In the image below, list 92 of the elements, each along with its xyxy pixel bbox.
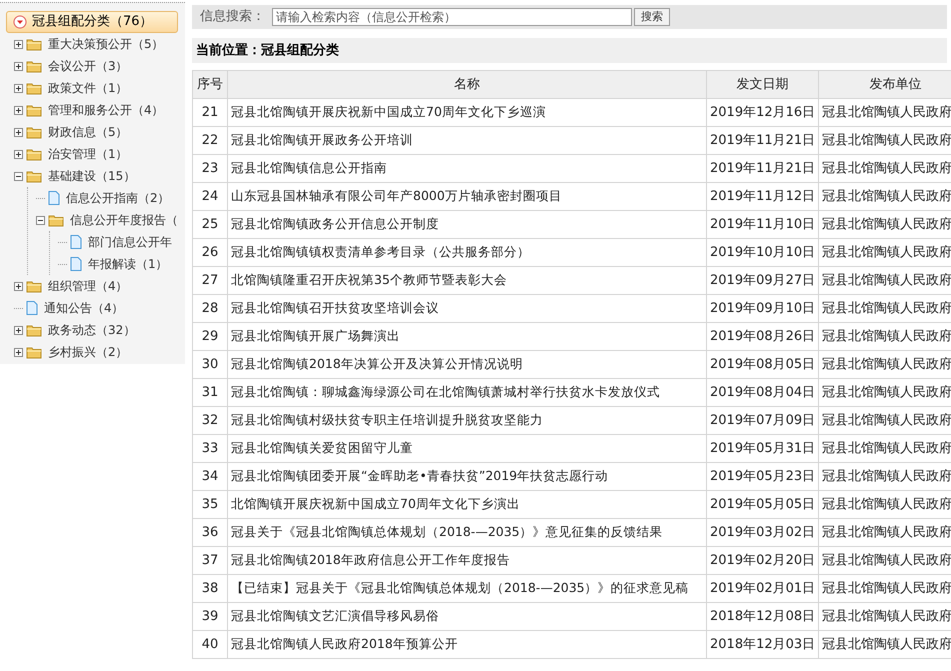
column-header: 序号 — [192, 70, 228, 98]
tree-item[interactable]: 通知公告（4） — [44, 299, 124, 317]
expand-icon[interactable] — [14, 84, 23, 92]
row-number: 35 — [202, 496, 218, 512]
date-cell: 2019年11月21日 — [710, 132, 816, 148]
date-cell: 2018年12月08日 — [710, 608, 816, 624]
tree-item[interactable]: 乡村振兴（2） — [48, 343, 128, 361]
tree-item[interactable]: 部门信息公开年 — [88, 233, 172, 251]
folder-icon — [48, 214, 64, 226]
row-number: 34 — [202, 468, 218, 484]
date-cell: 2019年12月16日 — [710, 104, 816, 120]
date-cell: 2019年03月02日 — [710, 524, 816, 540]
tree-root-item[interactable]: 冠县组配分类（76） — [6, 11, 178, 33]
row-number: 24 — [202, 188, 218, 204]
column-header: 发文日期 — [706, 70, 818, 98]
folder-icon — [26, 346, 42, 358]
expand-icon[interactable] — [14, 40, 23, 48]
date-cell: 2018年12月03日 — [710, 636, 816, 652]
tree-item[interactable]: 治安管理（1） — [48, 145, 128, 163]
date-cell: 2019年05月23日 — [710, 468, 816, 484]
expand-icon[interactable] — [14, 106, 23, 114]
title-link[interactable]: 冠县北馆陶镇信息公开指南 — [231, 160, 387, 175]
collapse-icon[interactable] — [36, 216, 45, 224]
folder-icon — [26, 324, 42, 336]
tree-item[interactable]: 会议公开（3） — [48, 57, 128, 75]
tree-item[interactable]: 管理和服务公开（4） — [48, 101, 164, 119]
date-cell: 2019年09月27日 — [710, 272, 816, 288]
row-number: 39 — [202, 608, 218, 624]
date-cell: 2019年05月05日 — [710, 496, 816, 512]
folder-icon — [26, 126, 42, 138]
tree-item[interactable]: 政策文件（1） — [48, 79, 128, 97]
expand-icon[interactable] — [14, 348, 23, 356]
expand-icon[interactable] — [14, 326, 23, 334]
collapse-icon[interactable] — [14, 172, 23, 180]
tree-item[interactable]: 基础建设（15） — [48, 167, 136, 185]
tree-item[interactable]: 重大决策预公开（5） — [48, 35, 164, 53]
row-number: 22 — [202, 132, 218, 148]
folder-icon — [26, 60, 42, 72]
date-cell: 2019年02月01日 — [710, 580, 816, 596]
date-cell: 2019年02月20日 — [710, 552, 816, 568]
search-button[interactable]: 搜索 — [634, 8, 670, 26]
row-number: 36 — [202, 524, 218, 540]
date-cell: 2019年11月21日 — [710, 160, 816, 176]
row-number: 28 — [202, 300, 218, 316]
date-cell: 2019年08月05日 — [710, 356, 816, 372]
folder-icon — [26, 104, 42, 116]
date-cell: 2019年10月10日 — [710, 244, 816, 260]
row-number: 25 — [202, 216, 218, 232]
row-number: 26 — [202, 244, 218, 260]
row-number: 30 — [202, 356, 218, 372]
row-number: 23 — [202, 160, 218, 176]
document-icon — [70, 235, 82, 249]
column-header: 名称 — [228, 70, 706, 98]
search-label: 信息搜索： — [200, 8, 266, 26]
row-number: 37 — [202, 552, 218, 568]
folder-icon — [26, 148, 42, 160]
folder-icon — [26, 280, 42, 292]
expand-icon[interactable] — [14, 128, 23, 136]
row-number: 21 — [202, 104, 218, 120]
tree-item[interactable]: 信息公开指南（2） — [66, 189, 170, 207]
row-number: 33 — [202, 440, 218, 456]
tree-item[interactable]: 组织管理（4） — [48, 277, 128, 295]
date-cell: 2019年11月12日 — [710, 188, 816, 204]
tree-item[interactable]: 信息公开年度报告（ — [70, 211, 178, 229]
tree-item[interactable]: 政务动态（32） — [48, 321, 136, 339]
folder-icon — [26, 82, 42, 94]
row-number: 31 — [202, 384, 218, 400]
expand-icon[interactable] — [14, 282, 23, 290]
breadcrumb: 当前位置：冠县组配分类 — [196, 42, 339, 60]
date-cell: 2019年08月04日 — [710, 384, 816, 400]
tree-item[interactable]: 年报解读（1） — [88, 255, 168, 273]
date-cell: 2019年11月10日 — [710, 216, 816, 232]
date-cell: 2019年09月10日 — [710, 300, 816, 316]
document-icon — [48, 191, 60, 205]
row-number: 40 — [202, 636, 218, 652]
expand-icon[interactable] — [14, 150, 23, 158]
folder-icon — [26, 38, 42, 50]
document-icon — [70, 257, 82, 271]
title-link[interactable]: 冠县北馆陶镇开展广场舞演出 — [231, 328, 400, 343]
date-cell: 2019年07月09日 — [710, 412, 816, 428]
row-number: 29 — [202, 328, 218, 344]
folder-icon — [26, 170, 42, 182]
row-number: 32 — [202, 412, 218, 428]
document-icon — [26, 301, 38, 315]
date-cell: 2019年05月31日 — [710, 440, 816, 456]
row-number: 27 — [202, 272, 218, 288]
date-cell: 2019年08月26日 — [710, 328, 816, 344]
row-number: 38 — [202, 580, 218, 596]
expand-icon[interactable] — [14, 62, 23, 70]
column-header: 发布单位 — [818, 70, 951, 98]
search-field[interactable]: 请输入检索内容（信息公开检索） — [272, 8, 632, 26]
tree-item[interactable]: 财政信息（5） — [48, 123, 128, 141]
